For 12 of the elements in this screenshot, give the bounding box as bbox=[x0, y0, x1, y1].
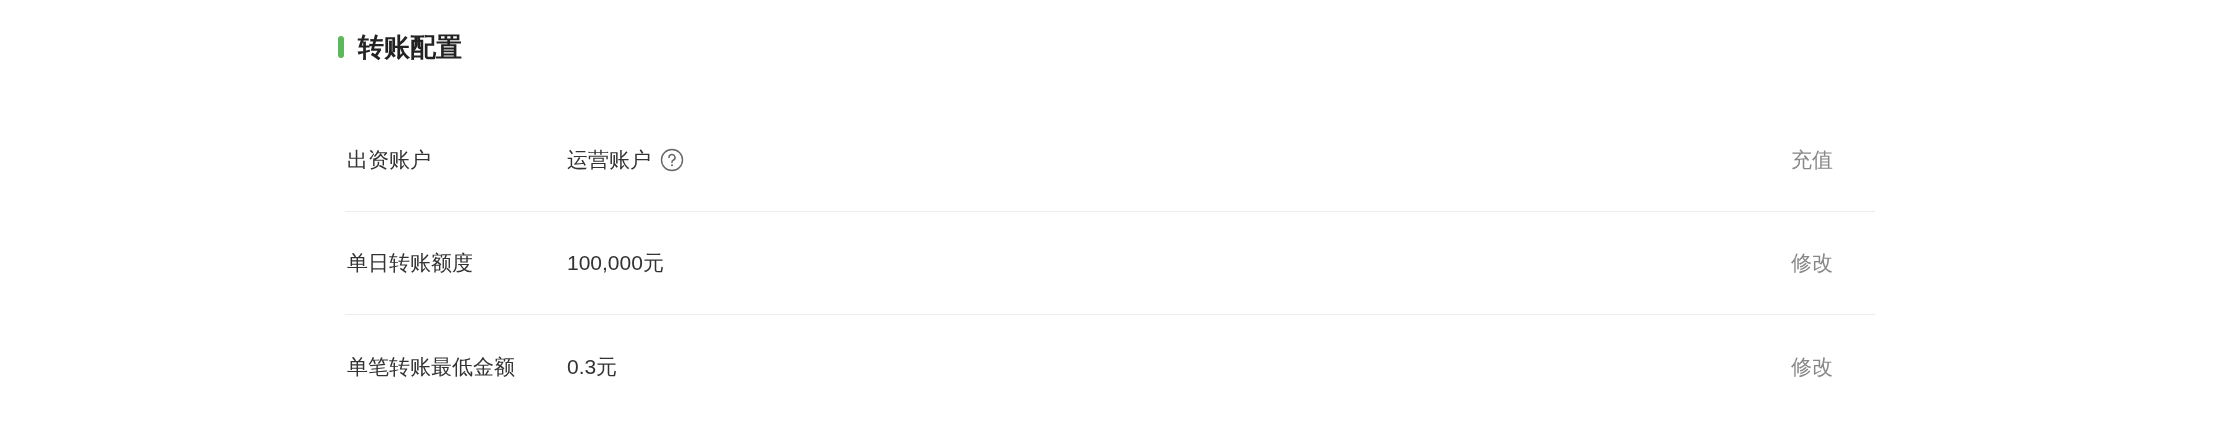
action-link[interactable]: 修改 bbox=[1791, 247, 1833, 279]
field-label: 单笔转账最低金额 bbox=[347, 353, 516, 380]
help-icon[interactable] bbox=[660, 148, 684, 172]
field-value: 运营账户 bbox=[567, 147, 651, 174]
field-label: 单日转账额度 bbox=[347, 250, 474, 277]
section-title: 转账配置 bbox=[358, 30, 462, 64]
action-link[interactable]: 修改 bbox=[1791, 350, 1833, 383]
field-value: 0.3元 bbox=[567, 353, 618, 380]
action-link[interactable]: 充值 bbox=[1791, 144, 1833, 176]
field-label: 出资账户 bbox=[347, 147, 432, 174]
field-value: 100,000元 bbox=[567, 250, 664, 277]
section-marker bbox=[338, 36, 344, 58]
